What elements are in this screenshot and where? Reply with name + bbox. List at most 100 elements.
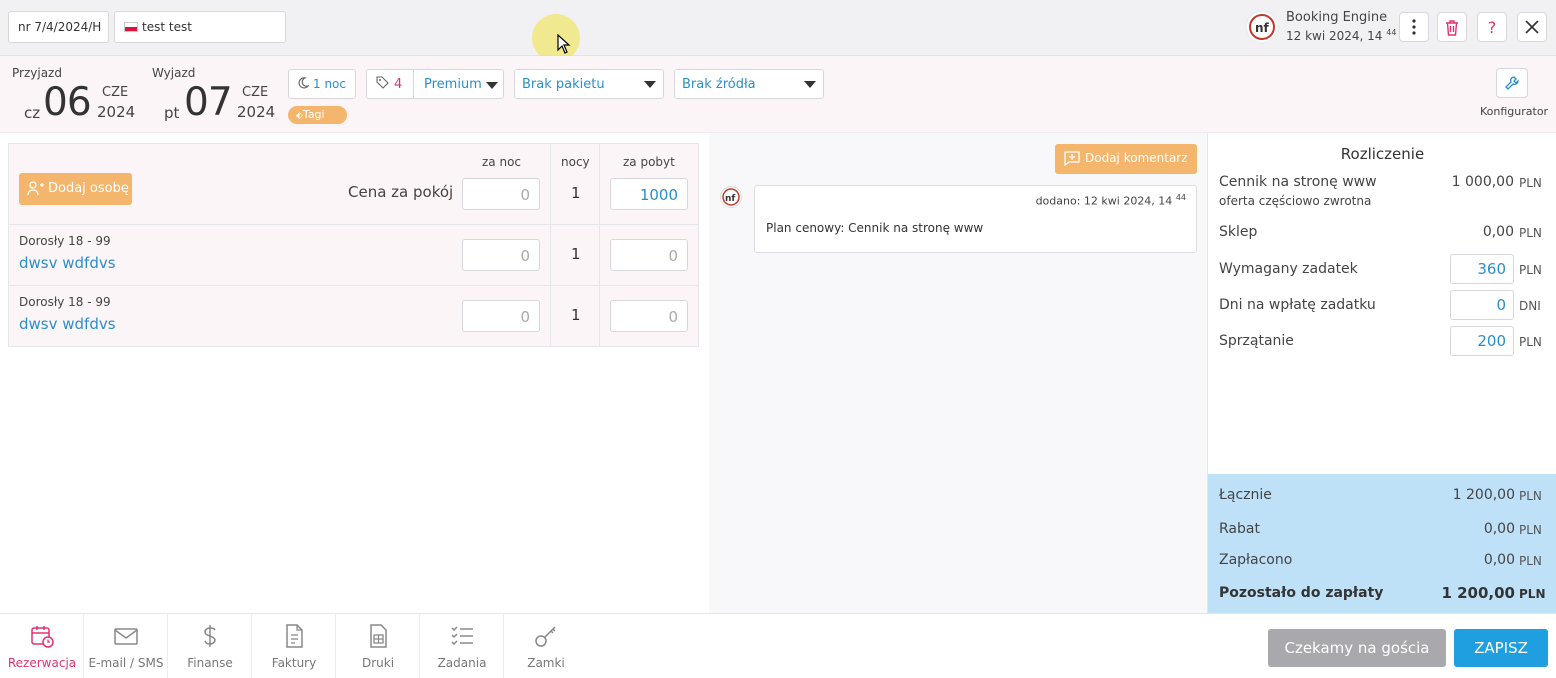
configurator-button[interactable] (1496, 68, 1528, 98)
price-table: za noc nocy za pobyt Dodaj osobę Cena za… (8, 143, 699, 347)
comment-card: dodano: 12 kwi 2024, 14 44 Plan cenowy: … (754, 185, 1197, 253)
add-comment-label: Dodaj komentarz (1085, 151, 1188, 165)
cleaning-label: Sprzątanie (1219, 333, 1294, 349)
currency-unit: PLN (1519, 587, 1546, 601)
tab-label: Druki (361, 656, 395, 670)
currency-unit: PLN (1519, 489, 1542, 503)
cleaning-input[interactable]: 200 (1450, 326, 1514, 356)
person-per-stay-input[interactable]: 0 (610, 300, 688, 332)
reservation-number-field[interactable]: nr 7/4/2024/H (8, 11, 109, 43)
person-row: Dorosły 18 - 99 dwsv wdfdvs 0 1 0 (9, 225, 698, 286)
person-nights: 1 (571, 245, 581, 263)
tab-tasks[interactable]: Zadania (420, 614, 504, 678)
top-bar: nr 7/4/2024/H test test nf Booking Engin… (0, 0, 1556, 62)
booking-engine-logo: nf (1245, 10, 1279, 44)
person-per-night-input[interactable]: 0 (462, 300, 540, 332)
comment-text: Plan cenowy: Cennik na stronę www (766, 221, 984, 235)
person-name-link[interactable]: dwsv wdfdvs (19, 315, 116, 333)
person-name-link[interactable]: dwsv wdfdvs (19, 254, 116, 272)
pricelist-label: Cennik na stronę www (1219, 174, 1377, 190)
dollar-icon (204, 625, 216, 647)
departure-year: 2024 (237, 103, 276, 121)
more-options-button[interactable] (1399, 12, 1429, 42)
source-value: Brak źródła (682, 77, 756, 92)
save-button[interactable]: ZAPISZ (1454, 629, 1548, 667)
envelope-icon (114, 628, 138, 645)
total-value: 1 200,00 (1452, 487, 1515, 503)
checklist-icon (451, 626, 473, 646)
col-per-stay: za pobyt (623, 155, 675, 169)
add-user-icon (27, 181, 44, 196)
delete-button[interactable] (1437, 12, 1467, 42)
add-comment-button[interactable]: Dodaj komentarz (1055, 144, 1197, 174)
remaining-label: Pozostało do zapłaty (1219, 585, 1384, 601)
arrival-year: 2024 (97, 103, 136, 121)
waiting-for-guest-button[interactable]: Czekamy na gościa (1268, 629, 1446, 667)
kebab-menu-icon (1412, 19, 1416, 35)
currency-unit: PLN (1519, 176, 1542, 190)
tab-email-sms[interactable]: E-mail / SMS (84, 614, 168, 678)
tab-label: Zamki (527, 656, 565, 670)
question-icon: ? (1487, 17, 1497, 37)
person-per-night-input[interactable]: 0 (462, 239, 540, 271)
arrival-month: CZE (102, 85, 129, 100)
arrival-dow: cz (24, 104, 41, 122)
departure-month: CZE (242, 85, 269, 100)
tab-label: Faktury (271, 656, 317, 670)
nights-button[interactable]: 1 noc (288, 69, 356, 99)
help-button[interactable]: ? (1477, 12, 1507, 42)
configurator-label: Konfigurator (1480, 105, 1549, 118)
source-title: Booking Engine (1286, 10, 1388, 25)
tab-prints[interactable]: Druki (336, 614, 420, 678)
arrival-label: Przyjazd (12, 66, 62, 80)
discount-label: Rabat (1219, 521, 1260, 537)
tab-label: Rezerwacja (7, 656, 77, 670)
currency-unit: PLN (1519, 335, 1542, 349)
guest-name-field[interactable]: test test (114, 11, 286, 43)
svg-text:nf: nf (1255, 21, 1270, 35)
room-number[interactable]: 4 (367, 70, 414, 98)
package-select[interactable]: Brak pakietu (514, 69, 664, 99)
add-person-button[interactable]: Dodaj osobę (19, 173, 132, 205)
departure-day[interactable]: 07 (184, 80, 233, 125)
departure-label: Wyjazd (152, 66, 196, 80)
guest-name: test test (142, 20, 192, 34)
tab-locks[interactable]: Zamki (504, 614, 588, 678)
print-doc-icon (370, 624, 387, 648)
source-date: 12 kwi 2024, 14 44 (1286, 28, 1397, 43)
currency-unit: PLN (1519, 226, 1542, 240)
pricelist-sub: oferta częściowo zwrotna (1219, 194, 1372, 208)
room-type: Premium (424, 77, 482, 92)
tab-reservation[interactable]: Rezerwacja (0, 614, 84, 678)
moon-icon (298, 77, 310, 89)
settlement-title: Rozliczenie (1340, 145, 1425, 163)
room-per-night-input[interactable]: 0 (462, 178, 540, 210)
trash-icon (1446, 19, 1458, 36)
pricelist-value: 1 000,00 (1451, 174, 1514, 190)
tab-label: E-mail / SMS (88, 656, 164, 670)
room-per-stay-input[interactable]: 1000 (610, 178, 688, 210)
room-select[interactable]: 4 Premium (366, 69, 504, 99)
source-select[interactable]: Brak źródła (674, 69, 824, 99)
tab-finance[interactable]: Finanse (168, 614, 252, 678)
person-per-stay-input[interactable]: 0 (610, 239, 688, 271)
tab-invoices[interactable]: Faktury (252, 614, 336, 678)
nights-label: 1 noc (313, 77, 346, 91)
person-type: Dorosły 18 - 99 (19, 234, 111, 248)
room-price-row: za noc nocy za pobyt Dodaj osobę Cena za… (9, 144, 698, 225)
col-per-night: za noc (482, 155, 522, 169)
deposit-days-input[interactable]: 0 (1450, 290, 1514, 320)
tags-button[interactable]: ⬖Tagi (288, 106, 347, 124)
deposit-input[interactable]: 360 (1450, 254, 1514, 284)
comments-panel: Dodaj komentarz nf dodano: 12 kwi 2024, … (709, 133, 1207, 613)
currency-unit: PLN (1519, 554, 1542, 568)
key-icon (535, 626, 556, 647)
invoice-icon (286, 624, 303, 648)
comment-author-avatar: nf (720, 186, 742, 208)
settlement-summary: Łącznie 1 200,00 PLN Rabat 0,00 PLN Zapł… (1208, 474, 1556, 613)
close-button[interactable] (1517, 12, 1547, 42)
stay-header: Przyjazd cz 06 CZE 2024 Wyjazd pt 07 CZE… (0, 56, 1556, 133)
arrival-day[interactable]: 06 (43, 80, 92, 125)
comment-date: dodano: 12 kwi 2024, 14 44 (1035, 193, 1186, 208)
remaining-value: 1 200,00 (1441, 584, 1515, 602)
